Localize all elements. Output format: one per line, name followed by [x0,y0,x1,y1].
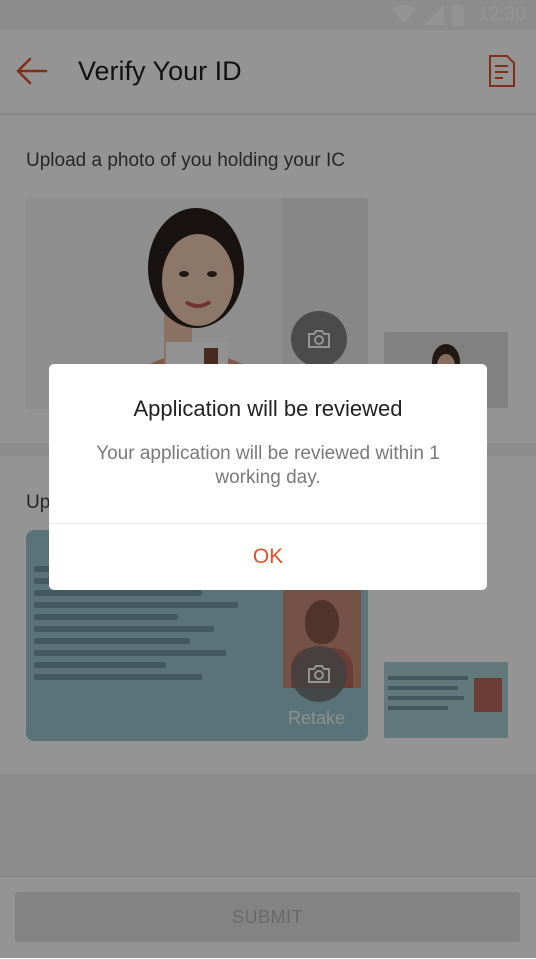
dialog-title: Application will be reviewed [133,396,403,421]
ok-button[interactable]: OK [49,524,487,590]
review-dialog: Application will be reviewed Your applic… [49,364,487,590]
dialog-message: Your application will be reviewed within… [96,443,440,488]
